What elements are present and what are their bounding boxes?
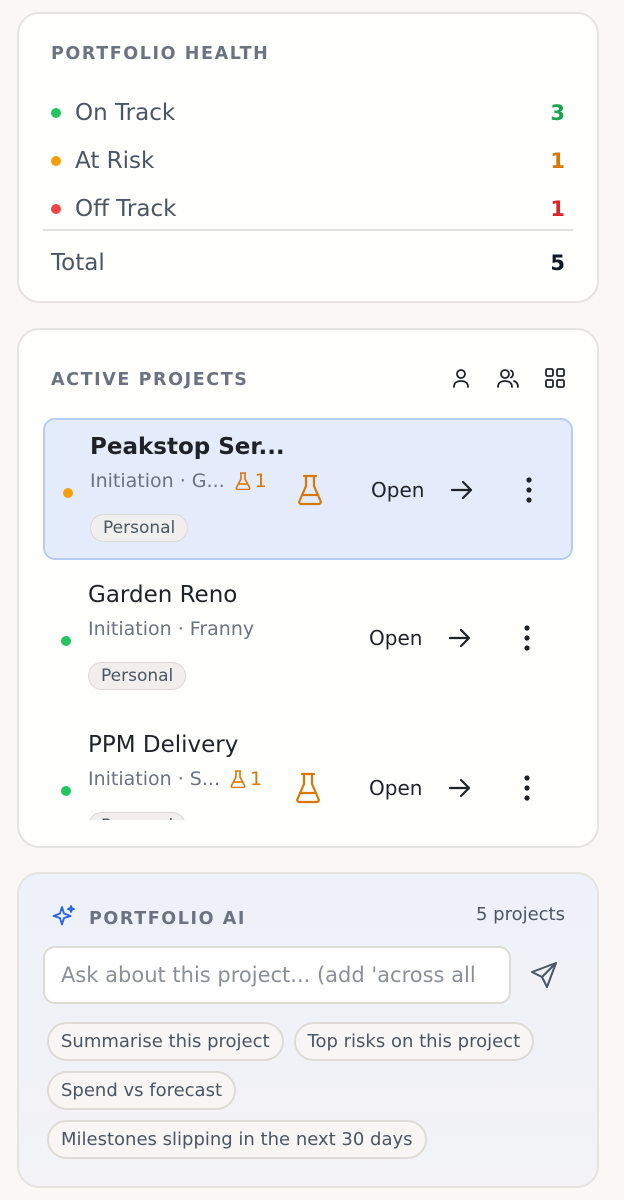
project-status-dot	[61, 786, 71, 796]
open-button[interactable]: Open	[371, 478, 424, 502]
on-track-dot	[51, 108, 61, 118]
flask-icon[interactable]	[297, 474, 323, 510]
arrow-right-icon[interactable]	[449, 478, 475, 506]
project-badge: Personal	[88, 812, 187, 820]
project-item[interactable]: Garden Reno Initiation · Franny Personal…	[43, 568, 573, 710]
experiment-count: 1	[230, 768, 262, 790]
people-icon[interactable]	[495, 366, 521, 390]
at-risk-dot	[51, 156, 61, 166]
health-row-on-track: On Track 3	[51, 98, 565, 128]
health-divider	[43, 229, 573, 231]
portfolio-ai-title: PORTFOLIO AI	[89, 909, 247, 929]
project-meta: Initiation · Franny	[88, 618, 254, 640]
more-vertical-icon[interactable]	[521, 774, 533, 806]
project-count: 5 projects	[475, 904, 565, 925]
suggestion-chip[interactable]: Top risks on this project	[293, 1022, 535, 1061]
flask-small-icon	[235, 472, 251, 490]
project-name: PPM Delivery	[88, 732, 239, 758]
health-row-total: Total 5	[51, 248, 565, 278]
project-status-dot	[61, 636, 71, 646]
flask-small-icon	[230, 770, 246, 788]
more-vertical-icon[interactable]	[523, 476, 535, 508]
portfolio-ai-header: PORTFOLIO AI	[51, 904, 246, 934]
project-badge: Personal	[90, 514, 189, 542]
off-track-label: Off Track	[75, 196, 177, 222]
on-track-label: On Track	[75, 100, 176, 126]
project-item[interactable]: Peakstop Ser... Initiation · G... 1 Pers…	[43, 418, 573, 560]
active-projects-card: ACTIVE PROJECTS Peakstop Ser... Initiati…	[17, 328, 599, 848]
project-item[interactable]: PPM Delivery Initiation · S... 1 Persona…	[43, 718, 573, 820]
project-meta: Initiation · S... 1	[88, 768, 262, 790]
off-track-count: 1	[550, 197, 565, 221]
arrow-right-icon[interactable]	[447, 776, 473, 804]
active-projects-title: ACTIVE PROJECTS	[51, 370, 249, 390]
project-name: Garden Reno	[88, 582, 238, 608]
portfolio-ai-card: PORTFOLIO AI 5 projects Summarise this p…	[17, 872, 599, 1188]
portfolio-health-card: PORTFOLIO HEALTH On Track 3 At Risk 1 Of…	[17, 12, 599, 303]
grid-icon[interactable]	[543, 366, 567, 390]
open-button[interactable]: Open	[369, 626, 422, 650]
suggestion-chip[interactable]: Spend vs forecast	[47, 1071, 237, 1110]
view-toggle-group	[449, 366, 567, 390]
portfolio-health-title: PORTFOLIO HEALTH	[51, 44, 270, 64]
project-badge: Personal	[88, 662, 187, 690]
project-list: Peakstop Ser... Initiation · G... 1 Pers…	[43, 418, 573, 820]
off-track-dot	[51, 204, 61, 214]
more-vertical-icon[interactable]	[521, 624, 533, 656]
suggestion-chip[interactable]: Summarise this project	[47, 1022, 284, 1061]
project-name: Peakstop Ser...	[90, 434, 285, 460]
project-meta-text: Initiation · G...	[90, 470, 225, 492]
send-icon[interactable]	[529, 960, 559, 994]
suggestion-chips: Summarise this project Top risks on this…	[47, 1022, 577, 1169]
experiment-count: 1	[235, 470, 267, 492]
open-button[interactable]: Open	[369, 776, 422, 800]
project-status-dot	[63, 488, 73, 498]
suggestion-chip[interactable]: Milestones slipping in the next 30 days	[47, 1120, 427, 1159]
project-meta: Initiation · G... 1	[90, 470, 267, 492]
flask-icon[interactable]	[295, 772, 321, 808]
sparkle-icon	[51, 904, 77, 934]
project-meta-text: Initiation · Franny	[88, 618, 255, 640]
arrow-right-icon[interactable]	[447, 626, 473, 654]
at-risk-count: 1	[550, 149, 565, 173]
health-row-off-track: Off Track 1	[51, 194, 565, 224]
health-row-at-risk: At Risk 1	[51, 146, 565, 176]
total-label: Total	[51, 250, 105, 276]
project-meta-text: Initiation · S...	[88, 768, 220, 790]
ai-question-input[interactable]	[43, 946, 511, 1004]
on-track-count: 3	[550, 101, 565, 125]
at-risk-label: At Risk	[75, 148, 155, 174]
person-icon[interactable]	[449, 366, 473, 390]
total-count: 5	[550, 251, 565, 275]
